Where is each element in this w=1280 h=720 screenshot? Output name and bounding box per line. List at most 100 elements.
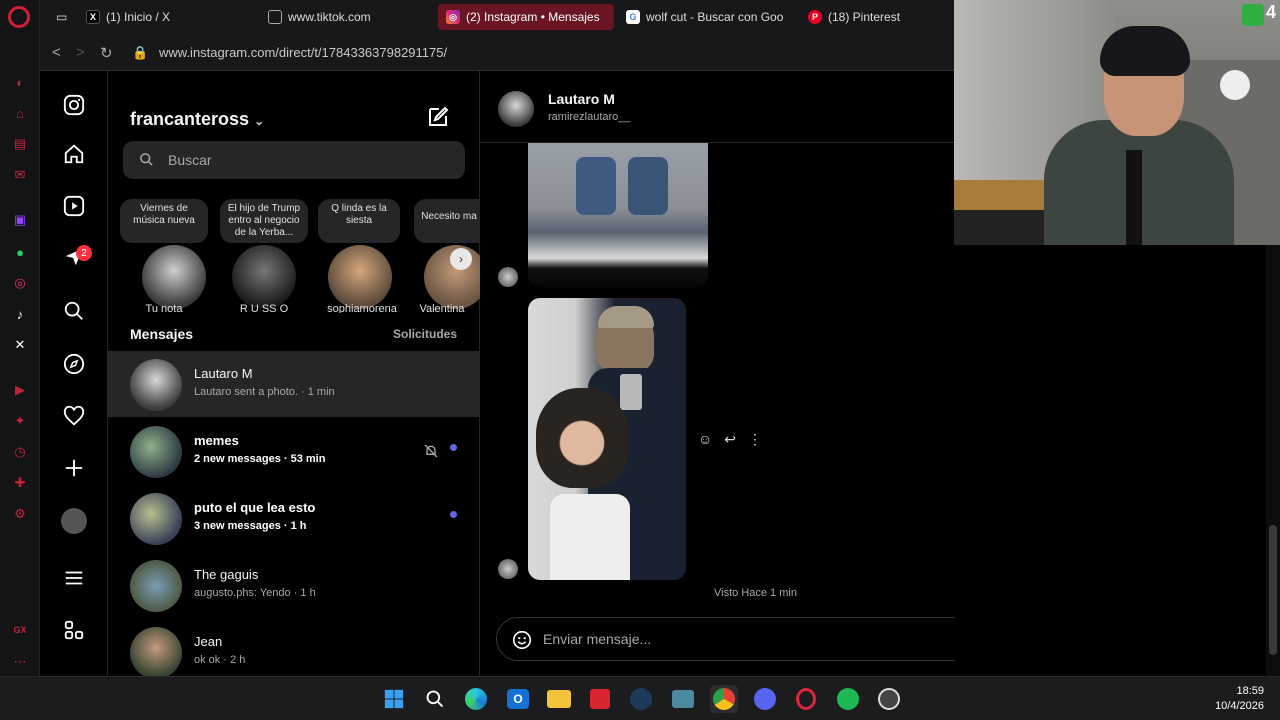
avatar	[130, 493, 182, 545]
aria-icon[interactable]: ◐	[10, 72, 30, 92]
profile-avatar[interactable]	[61, 508, 87, 534]
account-switcher[interactable]: francanteross ⌄	[130, 109, 264, 130]
settings-icon[interactable]: ⚙	[10, 504, 30, 524]
instagram-logo-icon[interactable]	[61, 92, 87, 118]
instagram-app: 2 francanteross ⌄ Buscar Viernes de músi…	[40, 71, 1263, 679]
reload-icon[interactable]: ↻	[100, 44, 113, 62]
back-icon[interactable]: <	[52, 44, 61, 61]
avatar	[130, 426, 182, 478]
app-icon[interactable]	[586, 685, 614, 713]
address-bar: < > ↻ 🔒 www.instagram.com/direct/t/17843…	[40, 35, 954, 71]
instagram-nav: 2	[40, 71, 108, 676]
start-icon[interactable]	[380, 685, 408, 713]
player-icon[interactable]: ▶	[10, 380, 30, 400]
tab-tiktok[interactable]: www.tiktok.com	[260, 4, 430, 30]
gx-icon[interactable]: GX	[10, 620, 30, 640]
opera-gx-icon[interactable]	[792, 685, 820, 713]
inbox-panel: francanteross ⌄ Buscar Viernes de música…	[108, 71, 480, 679]
spotify-icon[interactable]	[834, 685, 862, 713]
react-icon[interactable]: ☺	[698, 431, 712, 448]
history-icon[interactable]: ◷	[10, 442, 30, 462]
search-icon[interactable]	[421, 685, 449, 713]
whatsapp-icon[interactable]: ●	[10, 242, 30, 262]
scrollbar[interactable]	[1266, 245, 1280, 676]
requests-link[interactable]: Solicitudes	[393, 327, 457, 341]
bot-icon[interactable]: ⌂	[10, 103, 30, 123]
unread-dot	[450, 444, 457, 451]
messages-heading: Mensajes	[130, 326, 194, 342]
wallet-icon[interactable]: ▤	[10, 134, 30, 154]
network-app-icon[interactable]	[669, 685, 697, 713]
reply-icon[interactable]: ↩	[724, 431, 736, 448]
search-icon[interactable]	[61, 298, 87, 324]
opera-logo-icon[interactable]	[8, 6, 30, 28]
discord-icon[interactable]	[751, 685, 779, 713]
search-icon	[140, 153, 153, 166]
taskbar: O 18:59 10/4/2026	[0, 676, 1280, 720]
url-text[interactable]: www.instagram.com/direct/t/1784336379829…	[159, 45, 447, 60]
instagram-icon: ◎	[446, 10, 460, 24]
message-actions: ☺ ↩ ⋮	[698, 431, 762, 448]
menu-icon[interactable]	[61, 565, 87, 591]
avatar	[232, 245, 296, 309]
avatar	[498, 267, 518, 287]
chat-header: Lautaro M ramirezlautaro__	[480, 71, 954, 143]
pin-icon[interactable]: ✦	[10, 411, 30, 431]
more-icon[interactable]: ⋯	[10, 652, 30, 672]
seen-status: Visto Hace 1 min	[714, 587, 797, 599]
muted-bell-icon	[424, 444, 438, 458]
extensions-icon[interactable]: ✚	[10, 473, 30, 493]
tab-instagram[interactable]: ◎ (2) Instagram • Mensajes	[438, 4, 614, 30]
emoji-icon[interactable]	[511, 629, 533, 651]
search-input[interactable]: Buscar	[123, 141, 465, 179]
webcam-overlay: 4	[954, 0, 1280, 245]
notes-tray: Viernes de música nueva Tu nota El hijo …	[108, 193, 480, 313]
create-icon[interactable]	[61, 455, 87, 481]
opera-sidebar: ◐ ⌂ ▤ ✉ ▣ ● ◎ ♪ ✕ ▶ ✦ ◷ ✚ ⚙ GX ⋯	[0, 0, 40, 676]
apps-icon[interactable]	[61, 617, 87, 643]
notification-badge: 2	[76, 245, 92, 261]
avatar	[142, 245, 206, 309]
steam-icon[interactable]	[627, 685, 655, 713]
tab-pinterest[interactable]: P (18) Pinterest	[800, 4, 940, 30]
tab-manager-icon[interactable]: ▭	[48, 4, 76, 30]
unread-dot	[450, 511, 457, 518]
google-icon: G	[626, 10, 640, 24]
conversation-item[interactable]: memes 2 new messages · 53 min	[108, 418, 480, 484]
heart-icon[interactable]	[61, 403, 87, 429]
conversation-item[interactable]: puto el que lea esto 3 new messages · 1 …	[108, 485, 480, 551]
obs-icon[interactable]	[875, 685, 903, 713]
lock-icon: 🔒	[132, 45, 149, 60]
home-icon[interactable]	[61, 141, 87, 167]
forward-icon[interactable]: >	[76, 44, 85, 61]
compose-icon[interactable]	[426, 105, 450, 134]
file-explorer-icon[interactable]	[545, 685, 573, 713]
edge-icon[interactable]	[462, 685, 490, 713]
chat-thread: Lautaro M ramirezlautaro__ ☺ ↩ ⋮	[480, 71, 954, 676]
conversation-item[interactable]: Lautaro M Lautaro sent a photo. · 1 min	[108, 351, 480, 417]
tab-google[interactable]: G wolf cut - Buscar con Goo	[618, 4, 790, 30]
pinterest-icon: P	[808, 10, 822, 24]
instagram-icon[interactable]: ◎	[10, 273, 30, 293]
more-options-icon[interactable]: ⋮	[748, 431, 762, 448]
page-icon	[268, 10, 282, 24]
explore-icon[interactable]	[61, 351, 87, 377]
twitch-icon[interactable]: ▣	[10, 210, 30, 230]
x-icon: X	[86, 10, 100, 24]
x-icon[interactable]: ✕	[10, 335, 30, 355]
chevron-right-icon[interactable]: ›	[450, 248, 472, 270]
avatar	[498, 559, 518, 579]
chrome-icon[interactable]	[710, 685, 738, 713]
avatar[interactable]	[498, 91, 534, 127]
chevron-down-icon: ⌄	[254, 114, 265, 128]
tab-x[interactable]: X (1) Inicio / X	[78, 4, 258, 30]
shared-photo[interactable]	[528, 298, 686, 580]
conversation-item[interactable]: The gaguis augusto.phs: Yendo · 1 h	[108, 552, 480, 618]
mail-icon[interactable]: ✉	[10, 165, 30, 185]
shared-photo[interactable]	[528, 143, 708, 287]
system-clock[interactable]: 18:59 10/4/2026	[1215, 684, 1264, 714]
outlook-icon[interactable]: O	[504, 685, 532, 713]
avatar	[328, 245, 392, 309]
tiktok-icon[interactable]: ♪	[10, 304, 30, 324]
reels-icon[interactable]	[61, 193, 87, 219]
